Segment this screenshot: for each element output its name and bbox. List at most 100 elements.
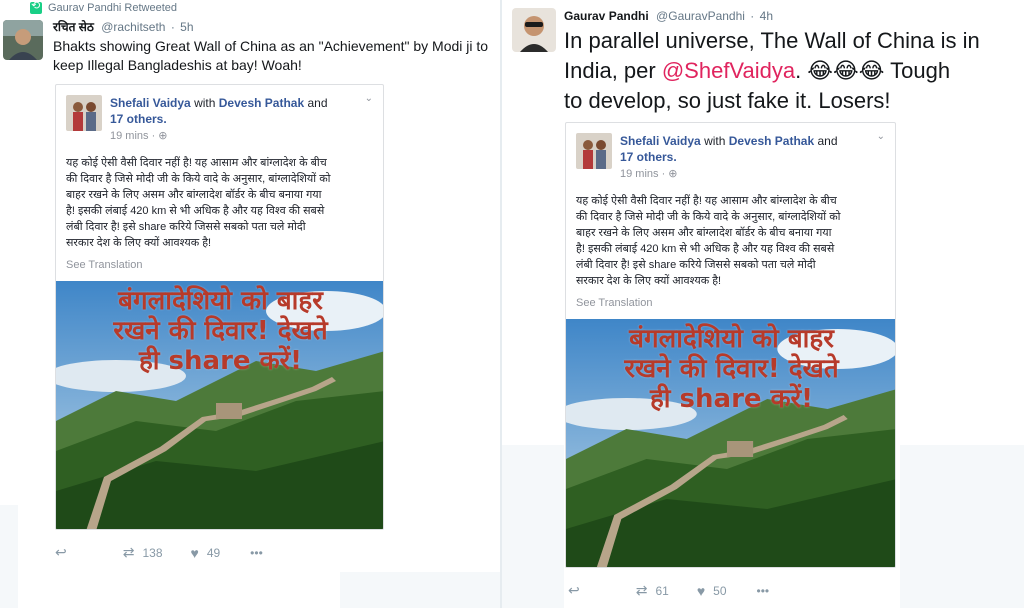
facebook-post-screenshot[interactable]: Shefali Vaidya with Devesh Pathak and 17…	[565, 122, 896, 568]
reply-icon: ↩	[568, 582, 580, 598]
more-icon: •••	[250, 545, 263, 560]
caption-line: रखने की दिवार! देखते	[624, 353, 839, 384]
more-icon: •••	[756, 583, 770, 598]
chevron-down-icon[interactable]: ⌄	[877, 131, 885, 142]
author-handle[interactable]: @rachitseth	[101, 20, 165, 34]
tweet-text-line: In parallel universe, The Wall of China …	[564, 28, 980, 53]
separator: ·	[750, 9, 755, 23]
tweet-text: In parallel universe, The Wall of China …	[564, 26, 980, 116]
fb-body-line: सरकार देश के लिए क्यों आवश्यक है!	[66, 237, 212, 249]
chevron-down-icon[interactable]: ⌄	[365, 93, 373, 104]
fb-author[interactable]: Shefali Vaidya	[110, 96, 191, 110]
fb-body-line: सरकार देश के लिए क्यों आवश्यक है!	[576, 275, 722, 287]
fb-and: and	[817, 134, 838, 148]
caption-line: ही share करें!	[649, 383, 814, 414]
fb-body-line: है! इसकी लंबाई 420 km से भी अधिक है और य…	[576, 243, 835, 255]
author-handle[interactable]: @GauravPandhi	[656, 9, 745, 23]
fb-avatar	[576, 133, 612, 169]
background-fill	[0, 505, 18, 608]
tweet-text-segment: . 😂😂😂 Tough	[795, 58, 951, 83]
like-button[interactable]: ♥ 50	[697, 583, 727, 599]
fb-author[interactable]: Shefali Vaidya	[620, 134, 701, 148]
fb-avatar	[66, 95, 102, 131]
avatar[interactable]	[512, 8, 556, 52]
retweet-count: 138	[142, 545, 163, 560]
like-count: 50	[713, 583, 727, 598]
retweet-icon: ⇄	[635, 582, 648, 598]
retweet-icon: ⇄	[122, 544, 135, 560]
like-count: 49	[206, 545, 221, 560]
fb-body-line: है! इसकी लंबाई 420 km से भी अधिक है और य…	[66, 205, 325, 217]
tweet-actions: ↩ ⇄ 138 ♥ 49 •••	[55, 544, 263, 561]
fb-body-line: यह कोई ऐसी वैसी दिवार नहीं है! यह आसाम औ…	[66, 157, 327, 169]
fb-body-line: बाहर रखने के लिए असम और बांग्लादेश बॉर्ड…	[66, 189, 322, 201]
left-tweet: Gaurav Pandhi Retweeted रचित सेठ @rachit…	[0, 0, 500, 608]
globe-icon: ⊕	[158, 130, 168, 142]
tweet-text-segment: India, per	[564, 58, 662, 83]
retweet-context[interactable]: Gaurav Pandhi Retweeted	[30, 0, 178, 14]
fb-post-header: Shefali Vaidya with Devesh Pathak and 17…	[620, 133, 860, 165]
facebook-post-screenshot[interactable]: Shefali Vaidya with Devesh Pathak and 17…	[55, 84, 384, 530]
fb-body-line: लंबी दिवार है! इसे share करिये जिससे सबक…	[576, 259, 816, 271]
fb-timestamp: 19 mins · ⊕	[620, 167, 678, 180]
caption-line: रखने की दिवार! देखते	[113, 315, 328, 346]
fb-tagged[interactable]: Devesh Pathak	[729, 134, 814, 148]
tweet-text: Bhakts showing Great Wall of China as an…	[53, 37, 488, 75]
fb-post-body: यह कोई ऐसी वैसी दिवार नहीं है! यह आसाम औ…	[66, 155, 331, 251]
image-caption: बंगलादेशियो को बाहर रखने की दिवार! देखते…	[566, 324, 895, 415]
fb-body-line: बाहर रखने के लिए असम और बांग्लादेश बॉर्ड…	[576, 227, 832, 239]
see-translation-link[interactable]: See Translation	[66, 259, 142, 271]
heart-icon: ♥	[696, 582, 706, 599]
tweet-text-line: Bhakts showing Great Wall of China as an…	[53, 38, 489, 54]
caption-line: ही share करें!	[138, 345, 303, 376]
tweet-actions: ↩ ⇄ 61 ♥ 50 •••	[568, 582, 769, 599]
retweet-count: 61	[655, 583, 669, 598]
reply-icon: ↩	[55, 544, 67, 560]
heart-icon: ♥	[190, 544, 199, 561]
background-fill	[502, 445, 564, 608]
great-wall-image: बंगलादेशियो को बाहर रखने की दिवार! देखते…	[56, 281, 383, 529]
avatar-image	[3, 20, 43, 60]
image-caption: बंगलादेशियो को बाहर रखने की दिवार! देखते…	[56, 286, 383, 377]
globe-icon: ⊕	[668, 168, 678, 180]
fb-time-text: 19 mins ·	[620, 168, 669, 180]
caption-line: बंगलादेशियो को बाहर	[118, 286, 323, 316]
author-name[interactable]: Gaurav Pandhi	[564, 9, 649, 23]
fb-with: with	[194, 96, 216, 110]
fb-time-text: 19 mins ·	[110, 130, 159, 142]
retweet-button[interactable]: ⇄ 61	[636, 582, 669, 599]
fb-body-line: की दिवार है जिसे मोदी जी के किये वादे के…	[576, 211, 841, 223]
mention-link[interactable]: @ShefVaidya	[662, 58, 795, 83]
fb-tagged[interactable]: Devesh Pathak	[219, 96, 304, 110]
fb-others[interactable]: 17 others.	[620, 150, 677, 164]
avatar-image	[512, 8, 556, 52]
retweet-button[interactable]: ⇄ 138	[123, 544, 163, 561]
fb-body-line: लंबी दिवार है! इसे share करिये जिससे सबक…	[66, 221, 306, 233]
fb-and: and	[307, 96, 328, 110]
fb-with: with	[704, 134, 726, 148]
more-button[interactable]: •••	[757, 584, 770, 598]
fb-post-header: Shefali Vaidya with Devesh Pathak and 17…	[110, 95, 350, 127]
tweet-time[interactable]: 5h	[180, 20, 193, 34]
reply-button[interactable]: ↩	[568, 582, 580, 599]
retweet-label: Gaurav Pandhi Retweeted	[48, 2, 178, 14]
right-tweet: Gaurav Pandhi @GauravPandhi · 4h In para…	[502, 0, 1024, 608]
avatar[interactable]	[3, 20, 43, 60]
reply-button[interactable]: ↩	[55, 544, 67, 561]
see-translation-link[interactable]: See Translation	[576, 297, 652, 309]
fb-avatar-image	[576, 133, 612, 169]
tweet-time[interactable]: 4h	[760, 9, 773, 23]
separator: ·	[170, 20, 175, 34]
author-name[interactable]: रचित सेठ	[53, 20, 94, 34]
like-button[interactable]: ♥ 49	[191, 545, 221, 561]
fb-others[interactable]: 17 others.	[110, 112, 167, 126]
more-button[interactable]: •••	[250, 546, 263, 560]
tweet-text-line: keep Illegal Bangladeshis at bay! Woah!	[53, 57, 302, 73]
background-fill	[340, 572, 500, 608]
retweet-icon	[30, 0, 42, 14]
caption-line: बंगलादेशियो को बाहर	[629, 324, 834, 354]
fb-timestamp: 19 mins · ⊕	[110, 129, 168, 142]
tweet-header: Gaurav Pandhi @GauravPandhi · 4h	[564, 9, 773, 23]
great-wall-image: बंगलादेशियो को बाहर रखने की दिवार! देखते…	[566, 319, 895, 567]
fb-post-body: यह कोई ऐसी वैसी दिवार नहीं है! यह आसाम औ…	[576, 193, 841, 289]
